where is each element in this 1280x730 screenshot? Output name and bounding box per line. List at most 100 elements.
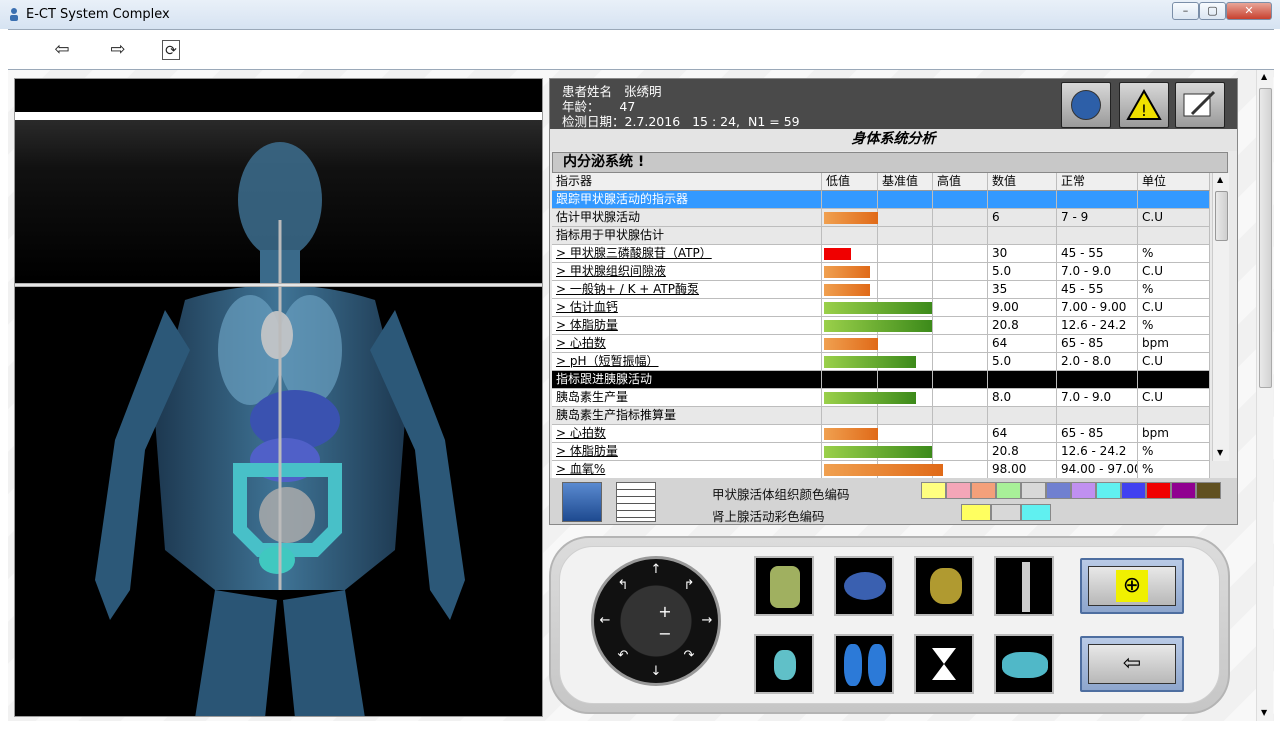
- normal-range-cell: 12.6 - 24.2: [1057, 443, 1138, 461]
- unit-cell: %: [1138, 317, 1210, 335]
- scroll-down-icon[interactable]: ▼: [1217, 448, 1223, 457]
- base-cell: [878, 245, 933, 263]
- adrenal-color-swatch: [991, 504, 1021, 521]
- unit-cell: C.U: [1138, 209, 1210, 227]
- indicator-label: > 估计血钙: [552, 299, 822, 317]
- body-3d-viewer[interactable]: [14, 78, 543, 717]
- tilt-dr-icon[interactable]: ↷: [680, 647, 698, 665]
- base-cell: [878, 407, 933, 425]
- adrenal-legend-label: 肾上腺活动彩色编码: [712, 509, 825, 524]
- back-icon[interactable]: ⇦: [50, 38, 74, 62]
- scroll-up-icon[interactable]: ▲: [1217, 175, 1223, 184]
- exam-date: 检测日期：2.7.2016 15 : 24, N1 = 59: [562, 114, 800, 129]
- value-cell: 35: [988, 281, 1057, 299]
- table-row[interactable]: 估计甲状腺活动 6 7 - 9 C.U: [552, 209, 1210, 227]
- organ-spine-thumb[interactable]: [994, 556, 1054, 616]
- table-row[interactable]: > 心拍数 64 65 - 85 bpm: [552, 425, 1210, 443]
- close-button[interactable]: ✕: [1226, 2, 1272, 20]
- normal-range-cell: 7.0 - 9.0: [1057, 389, 1138, 407]
- report-button[interactable]: [1061, 82, 1111, 128]
- unit-cell: %: [1138, 461, 1210, 479]
- high-cell: [933, 299, 988, 317]
- table-row[interactable]: 指标跟进胰腺活动: [552, 371, 1210, 389]
- warning-icon: !: [1126, 88, 1162, 120]
- thyroid-color-swatch: [996, 482, 1021, 499]
- edit-notes-button[interactable]: [1175, 82, 1225, 128]
- level-bar: [824, 356, 916, 368]
- thyroid-color-swatch: [1196, 482, 1221, 499]
- column-header: 正常: [1057, 173, 1138, 191]
- table-scrollbar[interactable]: ▲ ▼: [1212, 173, 1229, 461]
- maximize-button[interactable]: ▢: [1199, 2, 1226, 20]
- base-cell: [878, 263, 933, 281]
- return-icon: ⇦: [1088, 644, 1176, 684]
- main-scroll-down-icon[interactable]: ▼: [1261, 708, 1267, 717]
- table-row[interactable]: 跟踪甲状腺活动的指示器: [552, 191, 1210, 209]
- table-row[interactable]: 胰岛素生产量 8.0 7.0 - 9.0 C.U: [552, 389, 1210, 407]
- normal-range-cell: [1057, 191, 1138, 209]
- level-bar: [824, 284, 870, 296]
- rotation-dial[interactable]: ↑ ↓ ← → ↰ ↱ ↶ ↷ + −: [591, 556, 721, 686]
- table-row[interactable]: > 甲状腺三磷酸腺苷（ATP） 30 45 - 55%: [552, 245, 1210, 263]
- organ-brain-thumb[interactable]: [834, 556, 894, 616]
- warning-button[interactable]: !: [1119, 82, 1169, 128]
- organ-lungs-thumb[interactable]: [834, 634, 894, 694]
- target-view-face: ⊕: [1088, 566, 1176, 606]
- minimize-button[interactable]: –: [1172, 2, 1199, 20]
- table-row[interactable]: > 甲状腺组织间隙液 5.0 7.0 - 9.0 C.U: [552, 263, 1210, 281]
- main-scroll-thumb[interactable]: [1259, 88, 1272, 388]
- adrenal-color-swatch: [1021, 504, 1051, 521]
- rotate-up-icon[interactable]: ↑: [647, 561, 665, 579]
- organ-endocrine-thumb[interactable]: [754, 634, 814, 694]
- unit-cell: C.U: [1138, 389, 1210, 407]
- table-row[interactable]: > 体脂肪量 20.8 12.6 - 24.2%: [552, 443, 1210, 461]
- main-scrollbar[interactable]: ▲ ▼: [1256, 70, 1273, 721]
- thyroid-color-swatch: [1146, 482, 1171, 499]
- zoom-out-icon[interactable]: −: [656, 625, 674, 643]
- table-scroll-thumb[interactable]: [1215, 191, 1228, 241]
- table-view-button[interactable]: [616, 482, 656, 522]
- target-icon: ⊕: [1116, 570, 1148, 602]
- table-row[interactable]: > 估计血钙 9.00 7.00 - 9.00 C.U: [552, 299, 1210, 317]
- organ-kidneys-thumb[interactable]: [994, 634, 1054, 694]
- app-icon: [6, 6, 22, 22]
- rotate-right-icon[interactable]: →: [698, 612, 716, 630]
- target-view-button[interactable]: ⊕: [1080, 558, 1184, 614]
- level-bar: [824, 302, 932, 314]
- slice-plane-indicator[interactable]: [15, 283, 542, 287]
- tilt-ur-icon[interactable]: ↱: [680, 577, 698, 595]
- tilt-ul-icon[interactable]: ↰: [614, 577, 632, 595]
- normal-range-cell: 12.6 - 24.2: [1057, 317, 1138, 335]
- table-row[interactable]: 胰岛素生产指标推算量: [552, 407, 1210, 425]
- organ-digestive-thumb[interactable]: [754, 556, 814, 616]
- table-row[interactable]: > 血氧% 98.00 94.00 - 97.00%: [552, 461, 1210, 479]
- zoom-in-icon[interactable]: +: [656, 603, 674, 621]
- main-scroll-up-icon[interactable]: ▲: [1261, 72, 1267, 81]
- table-row[interactable]: > 一般钠+ / K + ATP酶泵 35 45 - 55%: [552, 281, 1210, 299]
- patient-profile-button[interactable]: [562, 482, 602, 522]
- low-cell: [822, 191, 878, 209]
- organ-heart-thumb[interactable]: [914, 556, 974, 616]
- rotate-left-icon[interactable]: ←: [596, 612, 614, 630]
- forward-icon[interactable]: ⇨: [106, 38, 130, 62]
- column-header: 高值: [933, 173, 988, 191]
- adrenal-color-swatch: [961, 504, 991, 521]
- base-cell: [878, 281, 933, 299]
- unit-cell: C.U: [1138, 353, 1210, 371]
- table-row[interactable]: > pH（短暂振幅） 5.0 2.0 - 8.0 C.U: [552, 353, 1210, 371]
- indicator-label: > 一般钠+ / K + ATP酶泵: [552, 281, 822, 299]
- value-cell: [988, 407, 1057, 425]
- high-cell: [933, 371, 988, 389]
- table-row[interactable]: > 体脂肪量 20.8 12.6 - 24.2%: [552, 317, 1210, 335]
- hourglass-thumb[interactable]: [914, 634, 974, 694]
- unit-cell: C.U: [1138, 299, 1210, 317]
- thyroid-color-swatch: [1121, 482, 1146, 499]
- refresh-page-icon[interactable]: ⟳: [162, 40, 180, 60]
- unit-cell: [1138, 407, 1210, 425]
- tilt-dl-icon[interactable]: ↶: [614, 647, 632, 665]
- column-header: 指示器: [552, 173, 822, 191]
- table-row[interactable]: > 心拍数 64 65 - 85 bpm: [552, 335, 1210, 353]
- rotate-down-icon[interactable]: ↓: [647, 663, 665, 681]
- return-button[interactable]: ⇦: [1080, 636, 1184, 692]
- table-row[interactable]: 指标用于甲状腺估计: [552, 227, 1210, 245]
